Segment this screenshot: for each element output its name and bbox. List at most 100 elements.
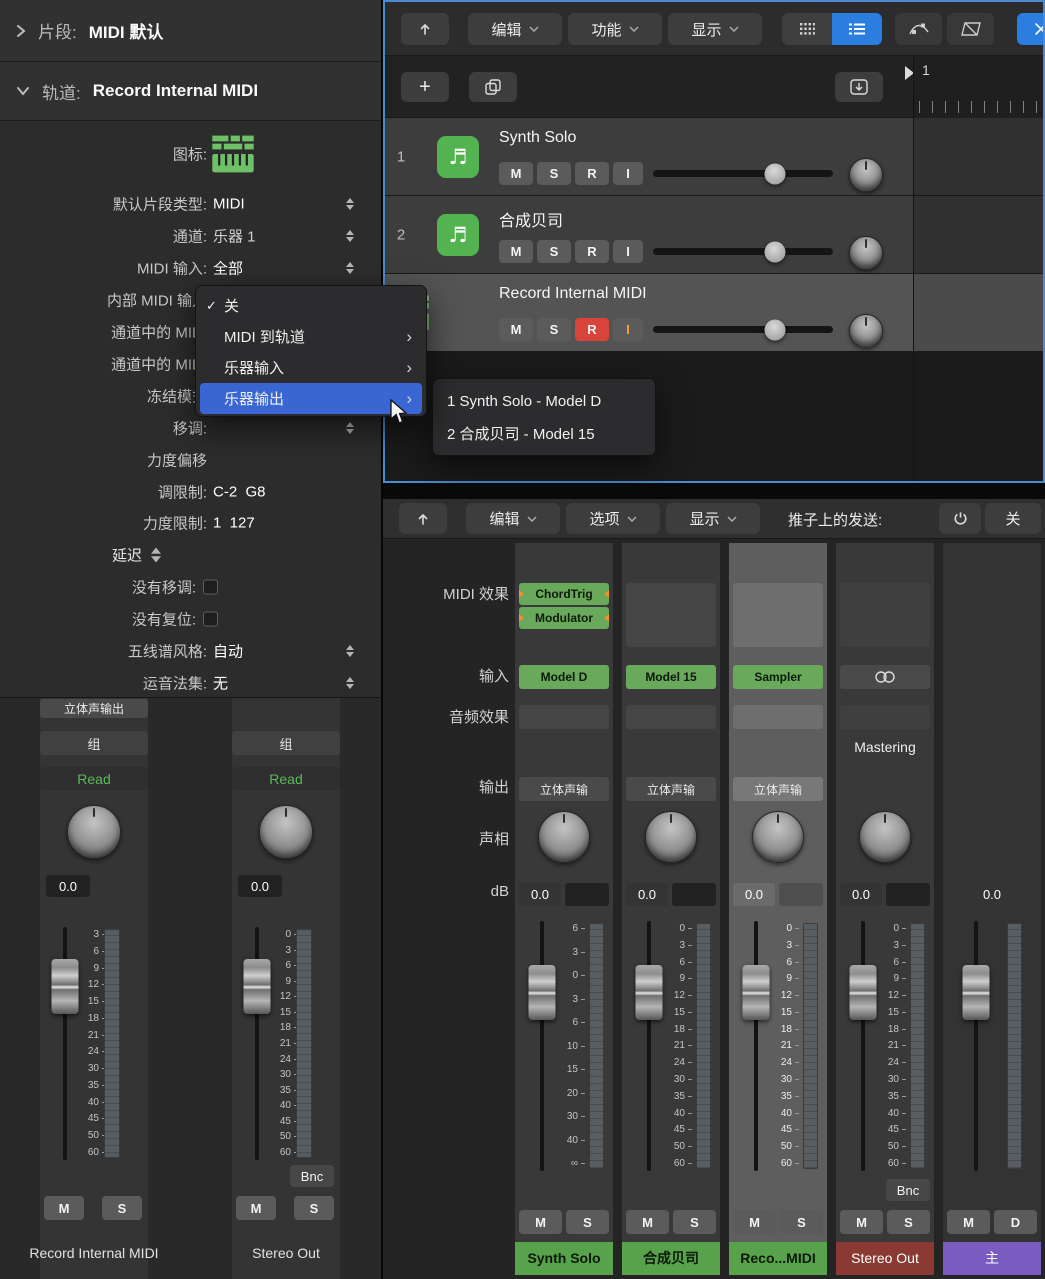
track-name[interactable]: Record Internal MIDI bbox=[499, 285, 647, 303]
duplicate-track-button[interactable] bbox=[469, 72, 517, 102]
mute-button[interactable]: M bbox=[519, 1210, 562, 1234]
channel-strip-record-internal-midi[interactable]: 立体声输出 组 Read 0.0 36912151821243035404550… bbox=[40, 698, 148, 1279]
midi-fx-slot[interactable]: Modulator bbox=[519, 607, 609, 629]
mute-button[interactable]: M bbox=[44, 1196, 84, 1220]
track-lane[interactable] bbox=[913, 274, 1043, 351]
output-slot[interactable]: 立体声输 bbox=[733, 777, 823, 801]
solo-button[interactable]: S bbox=[673, 1210, 716, 1234]
track-row-synth-bass[interactable]: 2 合成贝司 M S R I bbox=[385, 196, 1043, 274]
param-value[interactable]: 无 bbox=[213, 672, 228, 693]
volume-db-display[interactable]: 0.0 bbox=[519, 883, 561, 906]
no-transpose-checkbox[interactable] bbox=[203, 579, 218, 594]
group-slot[interactable]: 组 bbox=[40, 731, 148, 755]
param-value[interactable]: 1 127 bbox=[213, 514, 255, 531]
fader-handle[interactable] bbox=[850, 965, 877, 1020]
pan-knob[interactable] bbox=[859, 811, 911, 863]
automation-mode-button[interactable]: Read bbox=[40, 767, 148, 791]
fader-handle[interactable] bbox=[244, 959, 271, 1014]
pan-knob[interactable] bbox=[849, 158, 883, 192]
solo-button[interactable]: S bbox=[537, 240, 571, 263]
mute-button[interactable]: M bbox=[499, 162, 533, 185]
mute-button[interactable]: M bbox=[733, 1210, 776, 1234]
channel-name[interactable]: Synth Solo bbox=[515, 1242, 613, 1275]
mute-button[interactable]: M bbox=[499, 318, 533, 341]
mute-button[interactable]: M bbox=[840, 1210, 883, 1234]
automation-mode-button[interactable]: Read bbox=[232, 767, 340, 791]
input-monitor-button[interactable]: I bbox=[613, 240, 643, 263]
menu-item-instrument-input[interactable]: 乐器输入 › bbox=[200, 352, 422, 383]
volume-slider[interactable] bbox=[653, 248, 833, 255]
group-slot[interactable]: 组 bbox=[232, 731, 340, 755]
solo-button[interactable]: S bbox=[537, 162, 571, 185]
fader-handle[interactable] bbox=[529, 965, 556, 1020]
audio-fx-slot[interactable] bbox=[626, 705, 716, 729]
volume-slider-handle[interactable] bbox=[765, 241, 786, 262]
marquee-tool-button[interactable] bbox=[947, 13, 994, 45]
pan-knob[interactable] bbox=[67, 805, 121, 859]
track-lane[interactable] bbox=[913, 196, 1043, 273]
peak-display[interactable] bbox=[672, 883, 716, 906]
functions-menu-button[interactable]: 功能 bbox=[568, 13, 662, 45]
record-enable-button[interactable]: R bbox=[575, 162, 609, 185]
instrument-input-slot[interactable]: Model 15 bbox=[626, 665, 716, 689]
solo-button[interactable]: S bbox=[537, 318, 571, 341]
peak-display[interactable] bbox=[779, 883, 823, 906]
input-monitor-button-active[interactable]: I bbox=[613, 318, 643, 341]
instrument-input-slot[interactable]: Sampler bbox=[733, 665, 823, 689]
channel-name[interactable]: Reco...MIDI bbox=[729, 1242, 827, 1275]
no-reset-checkbox[interactable] bbox=[203, 611, 218, 626]
param-value[interactable]: 全部 bbox=[213, 257, 243, 278]
peak-display[interactable] bbox=[288, 875, 334, 897]
tool-button-partial[interactable] bbox=[1017, 13, 1045, 45]
submenu-item-synth-solo[interactable]: 1 Synth Solo - Model D bbox=[433, 385, 655, 417]
volume-db-display[interactable]: 0.0 bbox=[238, 875, 282, 897]
stepper-icon[interactable] bbox=[346, 645, 354, 657]
edit-menu-button[interactable]: 编辑 bbox=[468, 13, 562, 45]
param-value[interactable]: MIDI bbox=[213, 195, 245, 212]
mastering-label[interactable]: Mastering bbox=[836, 739, 934, 755]
grid-view-button[interactable] bbox=[782, 13, 832, 45]
pan-knob[interactable] bbox=[849, 236, 883, 270]
view-menu-button[interactable]: 显示 bbox=[668, 13, 762, 45]
menu-item-midi-to-track[interactable]: MIDI 到轨道 › bbox=[200, 321, 422, 352]
mixer-strip-record-internal-midi[interactable]: Sampler 立体声输 0.0 03691215182124303540455… bbox=[729, 543, 827, 1275]
fader-handle[interactable] bbox=[963, 965, 990, 1020]
chevron-right-icon[interactable] bbox=[16, 24, 26, 38]
header-lane-divider[interactable] bbox=[913, 56, 914, 481]
volume-db-display[interactable]: 0.0 bbox=[733, 883, 775, 906]
pan-knob[interactable] bbox=[259, 805, 313, 859]
region-inspector-header[interactable]: 片段: MIDI 默认 bbox=[0, 0, 381, 62]
stereo-format-slot[interactable] bbox=[840, 665, 930, 689]
param-value[interactable]: C-2 G8 bbox=[213, 483, 266, 500]
track-row-synth-solo[interactable]: 1 Synth Solo M S R I bbox=[385, 118, 1043, 196]
output-slot[interactable]: 立体声输 bbox=[626, 777, 716, 801]
volume-fader[interactable] bbox=[52, 927, 78, 1160]
solo-button[interactable]: S bbox=[294, 1196, 334, 1220]
solo-button[interactable]: S bbox=[780, 1210, 823, 1234]
peak-display[interactable] bbox=[565, 883, 609, 906]
volume-fader[interactable] bbox=[743, 921, 769, 1171]
stepper-icon[interactable] bbox=[346, 262, 354, 274]
audio-fx-slot[interactable] bbox=[840, 705, 930, 729]
volume-slider[interactable] bbox=[653, 170, 833, 177]
pan-knob[interactable] bbox=[849, 314, 883, 348]
dim-button[interactable]: D bbox=[994, 1210, 1037, 1234]
pan-knob[interactable] bbox=[645, 811, 697, 863]
mute-button[interactable]: M bbox=[947, 1210, 990, 1234]
audio-fx-slot[interactable] bbox=[733, 705, 823, 729]
volume-fader[interactable] bbox=[963, 921, 989, 1171]
output-slot[interactable]: 立体声输出 bbox=[40, 699, 148, 718]
track-icon-midi-keyboard[interactable] bbox=[210, 131, 256, 177]
add-track-button[interactable]: + bbox=[401, 72, 449, 102]
mute-button[interactable]: M bbox=[626, 1210, 669, 1234]
mixer-strip-master[interactable]: 0.0 M D 主 bbox=[943, 543, 1041, 1275]
chevron-down-icon[interactable] bbox=[16, 86, 30, 96]
record-enable-button-active[interactable]: R bbox=[575, 318, 609, 341]
stepper-icon[interactable] bbox=[346, 230, 354, 242]
track-lane[interactable] bbox=[913, 118, 1043, 195]
channel-name[interactable]: 合成贝司 bbox=[622, 1242, 720, 1275]
mute-button[interactable]: M bbox=[236, 1196, 276, 1220]
mute-button[interactable]: M bbox=[499, 240, 533, 263]
options-menu-button[interactable]: 选项 bbox=[566, 503, 660, 534]
channel-strip-stereo-out[interactable]: 组 Read 0.0 03691215182124303540455060 Bn… bbox=[232, 698, 340, 1279]
